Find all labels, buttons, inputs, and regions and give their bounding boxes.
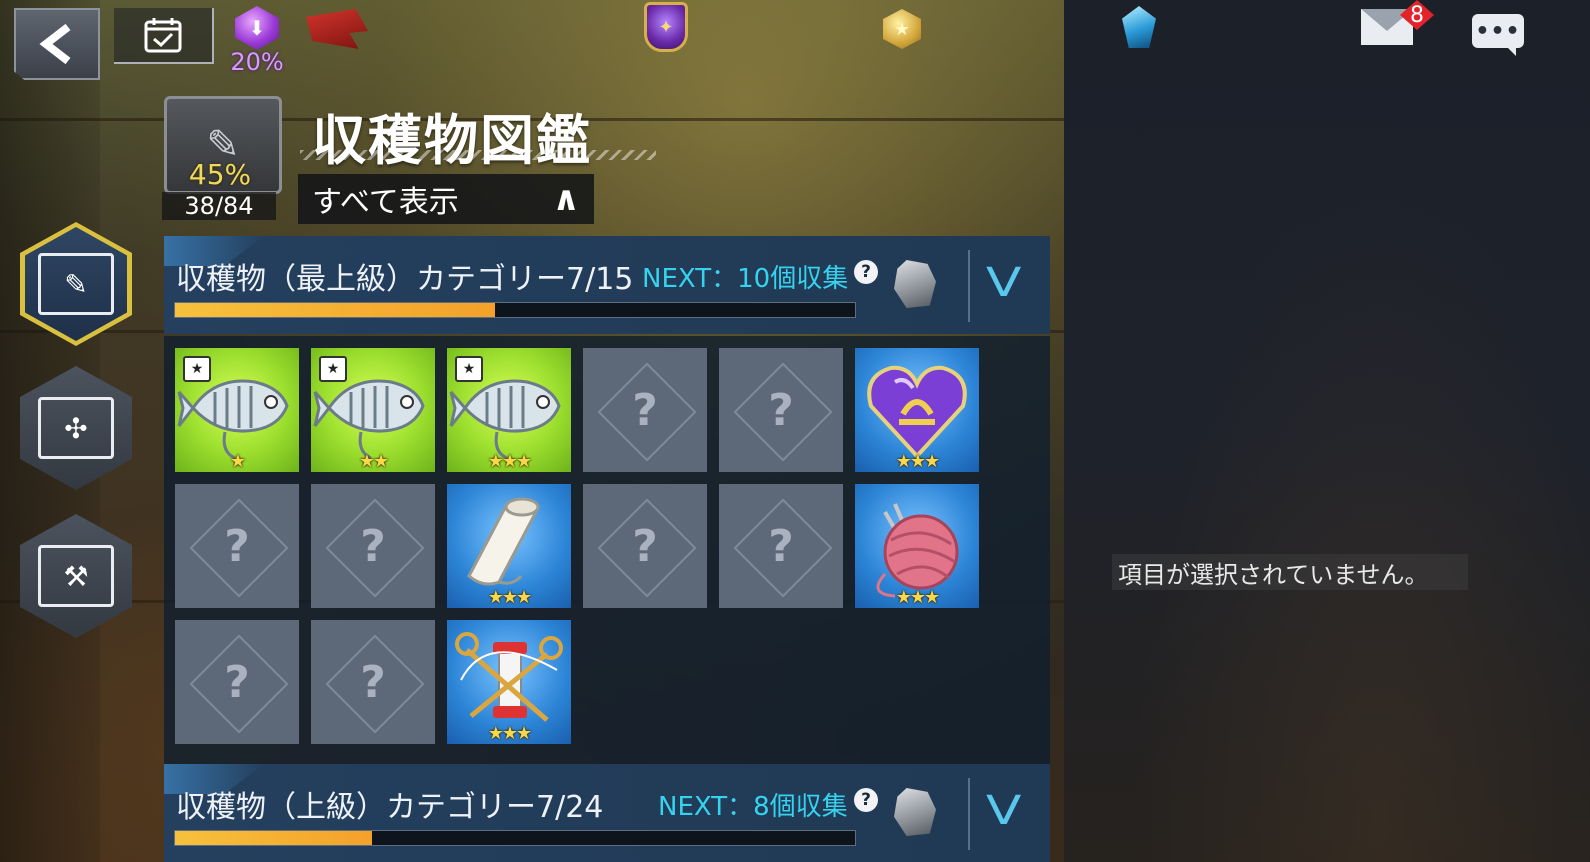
category-title: 収穫物（最上級）カテゴリー7/15 <box>176 262 634 297</box>
rarity-stars: ★★★ <box>487 451 532 472</box>
chat-button[interactable]: ••• <box>1470 8 1526 56</box>
question-mark-icon: ? <box>224 656 250 708</box>
chat-icon: ••• <box>1472 14 1524 56</box>
category-next-goal: NEXT：8個収集 <box>658 792 848 822</box>
item-tile[interactable]: ★★★ <box>855 348 979 472</box>
event-calendar-icon: ★ <box>455 356 483 382</box>
rarity-stars: ★ <box>229 451 246 472</box>
chevron-down-icon[interactable]: V <box>986 788 1022 834</box>
rarity-stars: ★★★ <box>487 587 532 608</box>
help-icon[interactable]: ? <box>854 260 878 284</box>
locked-item-tile[interactable]: ? <box>719 348 843 472</box>
rarity-stars: ★★ <box>358 451 389 472</box>
red-flag-icon <box>306 9 368 49</box>
title-underline <box>300 150 656 160</box>
chevron-down-icon[interactable]: V <box>986 260 1022 306</box>
locked-item-tile[interactable]: ? <box>583 484 707 608</box>
locked-item-tile[interactable]: ? <box>719 484 843 608</box>
item-tile[interactable]: ★★★ <box>447 484 571 608</box>
no-selection-message: 項目が選択されていません。 <box>1112 554 1468 590</box>
item-tile[interactable]: ★ ★★★ <box>447 348 571 472</box>
item-tile[interactable]: ★★★ <box>855 484 979 608</box>
rarity-stars: ★★★ <box>895 587 940 608</box>
question-mark-icon: ? <box>224 520 250 572</box>
category-next-goal: NEXT：10個収集 <box>642 264 849 294</box>
locked-item-tile[interactable]: ? <box>583 348 707 472</box>
page-title: 収穫物図鑑 <box>312 109 592 172</box>
item-tile[interactable]: ★★★ <box>447 620 571 744</box>
help-icon[interactable]: ? <box>854 788 878 812</box>
category-progress-bar <box>174 302 856 318</box>
guild-button[interactable]: ✦ <box>644 2 688 52</box>
question-mark-icon: ? <box>632 384 658 436</box>
item-tile[interactable]: ★ ★ <box>175 348 299 472</box>
banner-button[interactable] <box>302 2 372 56</box>
boost-percent: 20% <box>230 48 284 76</box>
rarity-stars: ★★★ <box>895 451 940 472</box>
locked-item-tile[interactable]: ? <box>175 620 299 744</box>
question-mark-icon: ? <box>360 520 386 572</box>
filter-dropdown[interactable]: すべて表示 ∧ <box>298 174 594 224</box>
event-calendar-icon: ★ <box>319 356 347 382</box>
guild-crest-icon: ✦ <box>644 2 688 52</box>
purple-gem-icon: ⬇ <box>235 6 279 50</box>
category-title: 収穫物（上級）カテゴリー7/24 <box>176 790 604 825</box>
book-pen-icon: ✎ <box>38 253 114 315</box>
rarity-stars: ★★★ <box>487 723 532 744</box>
category-progress-bar <box>174 830 856 846</box>
locked-item-tile[interactable]: ? <box>311 484 435 608</box>
question-mark-icon: ? <box>768 520 794 572</box>
header-divider <box>968 250 970 322</box>
header-divider <box>968 778 970 850</box>
crystal-button[interactable] <box>1118 4 1160 50</box>
question-mark-icon: ? <box>360 656 386 708</box>
category-progress-fill <box>175 831 373 845</box>
question-mark-icon: ? <box>768 384 794 436</box>
gold-medal-icon: ★ <box>883 9 921 49</box>
filter-label: すべて表示 <box>312 185 459 220</box>
collection-progress-percent: 45% <box>188 158 252 191</box>
category-header-top-grade[interactable]: 収穫物（最上級）カテゴリー7/15 NEXT：10個収集 ? V <box>164 236 1050 334</box>
detail-panel-background <box>1064 0 1590 862</box>
category-progress-fill <box>175 303 495 317</box>
calendar-check-icon <box>144 18 182 53</box>
category-header-high-grade[interactable]: 収穫物（上級）カテゴリー7/24 NEXT：8個収集 ? V <box>164 764 1050 862</box>
ore-reward-icon[interactable] <box>894 260 936 308</box>
blue-crystal-icon <box>1122 6 1156 48</box>
book-sparkle-icon: ✣ <box>38 397 114 459</box>
book-hammer-icon: ⚒ <box>38 545 114 607</box>
ore-reward-icon[interactable] <box>894 788 936 836</box>
event-calendar-icon: ★ <box>183 356 211 382</box>
boost-button[interactable]: ⬇ 20% <box>228 2 286 80</box>
locked-item-tile[interactable]: ? <box>175 484 299 608</box>
question-mark-icon: ? <box>632 520 658 572</box>
item-tile[interactable]: ★★★ <box>311 348 435 472</box>
back-button[interactable] <box>14 8 100 80</box>
medal-button[interactable]: ★ <box>880 6 924 52</box>
collection-progress-count: 38/84 <box>162 192 276 220</box>
chevron-up-icon: ∧ <box>552 179 580 219</box>
locked-item-tile[interactable]: ? <box>311 620 435 744</box>
calendar-button[interactable] <box>114 8 214 64</box>
back-arrow-icon <box>39 23 71 65</box>
